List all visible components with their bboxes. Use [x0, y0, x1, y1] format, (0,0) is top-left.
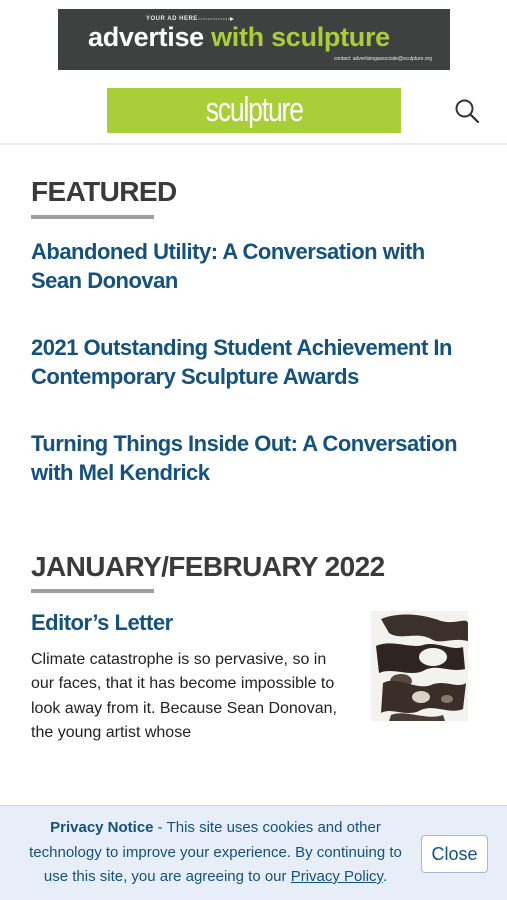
article-title-link[interactable]: Editor’s Letter [31, 610, 173, 636]
article-excerpt: Climate catastrophe is so pervasive, so … [31, 651, 337, 742]
ad-headline-white: advertise [88, 22, 204, 52]
featured-article-title-line: Turning Things Inside Out: A Conversatio… [31, 431, 458, 456]
featured-article-title-line: Contemporary Sculpture Awards [31, 364, 359, 389]
header-divider [0, 143, 507, 145]
ad-banner[interactable]: YOUR AD HERE advertise with sculpture co… [58, 9, 450, 70]
close-button[interactable]: Close [421, 835, 488, 873]
site-logo[interactable]: sculpture [107, 88, 401, 133]
featured-article-link[interactable]: Abandoned Utility: A Conversation with S… [31, 237, 481, 295]
featured-article-link[interactable]: Turning Things Inside Out: A Conversatio… [31, 429, 481, 487]
ad-headline: advertise with sculpture [88, 22, 390, 53]
site-logo-text: sculpture [205, 91, 303, 129]
featured-heading-underline [31, 215, 154, 219]
search-icon[interactable] [453, 97, 481, 125]
privacy-notice-text: Privacy Notice - This site uses cookies … [18, 816, 413, 890]
featured-article-title-line: 2021 Outstanding Student Achievement In [31, 335, 452, 360]
issue-heading-underline [31, 589, 154, 593]
featured-article-title-line: Sean Donovan [31, 268, 178, 293]
featured-article-title-line: with Mel Kendrick [31, 460, 210, 485]
privacy-notice-end: . [382, 868, 388, 885]
featured-article-title-line: Abandoned Utility: A Conversation with [31, 239, 425, 264]
ad-headline-green: with sculpture [211, 22, 390, 52]
privacy-policy-link[interactable]: Privacy Policy [291, 868, 383, 885]
article-thumbnail-image[interactable] [371, 611, 468, 721]
issue-heading: JANUARY/FEBRUARY 2022 [31, 551, 385, 582]
featured-heading: FEATURED [31, 176, 177, 207]
ad-contact: contact: advertisingassociate@sculpture.… [333, 56, 432, 62]
arrow-icon [198, 17, 234, 21]
privacy-notice-banner: Privacy Notice - This site uses cookies … [0, 805, 507, 900]
featured-article-link[interactable]: 2021 Outstanding Student Achievement In … [31, 333, 481, 391]
privacy-notice-label: Privacy Notice [50, 819, 154, 836]
